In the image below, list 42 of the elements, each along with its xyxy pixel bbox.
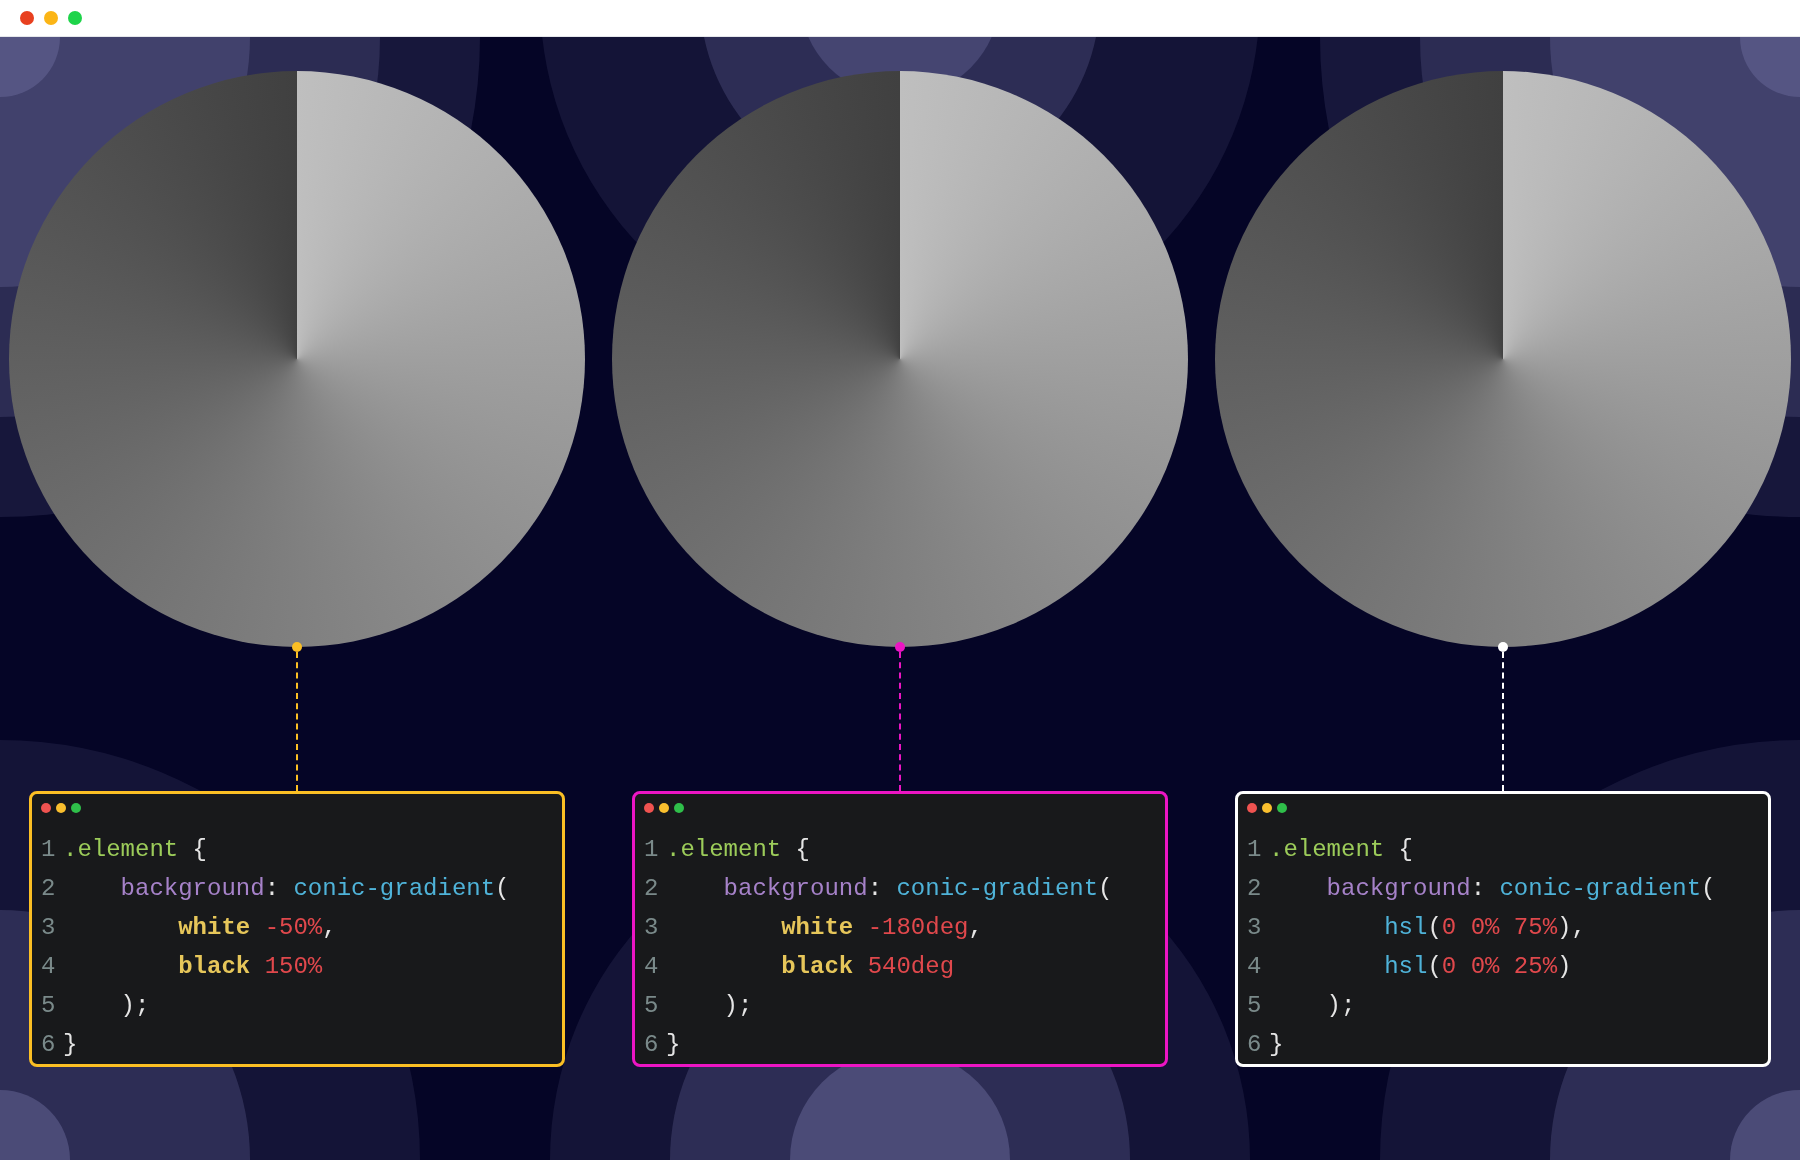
line-number: 4 <box>644 952 660 982</box>
window-dots-icon <box>1247 803 1287 813</box>
code-line: black 540deg <box>780 952 955 982</box>
window-dots-icon <box>41 803 81 813</box>
line-number: 1 <box>41 835 57 865</box>
line-number: 5 <box>41 991 57 1021</box>
code-line: ); <box>119 991 150 1021</box>
minimize-window-button[interactable] <box>44 11 58 25</box>
code-line: .element { <box>63 835 208 865</box>
code-line: white -50%, <box>177 913 337 943</box>
code-line: .element { <box>666 835 811 865</box>
line-number: 4 <box>41 952 57 982</box>
code-line: } <box>666 1030 681 1060</box>
line-number: 6 <box>644 1030 660 1060</box>
code-line: background: conic-gradient( <box>722 874 1113 904</box>
code-line: background: conic-gradient( <box>1325 874 1716 904</box>
code-line: background: conic-gradient( <box>119 874 510 904</box>
line-number: 3 <box>1247 913 1263 943</box>
code-line: ); <box>722 991 753 1021</box>
maximize-window-button[interactable] <box>68 11 82 25</box>
code-line: ); <box>1325 991 1356 1021</box>
line-number: 1 <box>644 835 660 865</box>
close-window-button[interactable] <box>20 11 34 25</box>
code-line: white -180deg, <box>780 913 983 943</box>
code-line: hsl(0 0% 75%), <box>1383 913 1586 943</box>
line-number: 1 <box>1247 835 1263 865</box>
code-line: } <box>63 1030 78 1060</box>
code-line: hsl(0 0% 25%) <box>1383 952 1572 982</box>
line-number: 6 <box>41 1030 57 1060</box>
line-number: 2 <box>644 874 660 904</box>
code-line: } <box>1269 1030 1284 1060</box>
line-number: 4 <box>1247 952 1263 982</box>
line-number: 2 <box>1247 874 1263 904</box>
line-number: 6 <box>1247 1030 1263 1060</box>
code-line: .element { <box>1269 835 1414 865</box>
line-number: 5 <box>644 991 660 1021</box>
line-number: 2 <box>41 874 57 904</box>
code-line: black 150% <box>177 952 323 982</box>
window-dots-icon <box>644 803 684 813</box>
line-number: 3 <box>644 913 660 943</box>
line-number: 5 <box>1247 991 1263 1021</box>
line-number: 3 <box>41 913 57 943</box>
